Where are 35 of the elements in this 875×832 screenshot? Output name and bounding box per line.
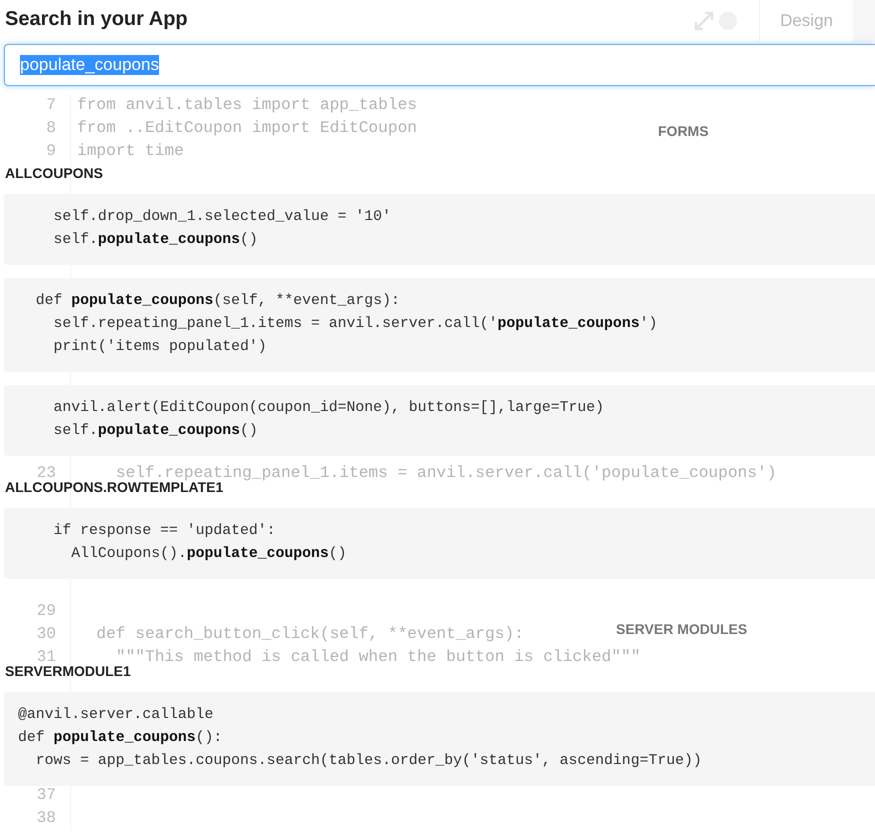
code-line: self.repeating_panel_1.items = anvil.server.call('populate_coupons') bbox=[114, 463, 776, 482]
line-number: 29 bbox=[0, 600, 71, 623]
code-snippet[interactable]: if response == 'updated': AllCoupons().populate_coupons() bbox=[4, 508, 875, 579]
code-line: rows = app_tables.coupons.search(tables.order_by('status', ascending=True)) bbox=[34, 752, 702, 771]
code-snippet[interactable]: self.drop_down_1.selected_value = '10' self.populate_coupons() bbox=[4, 194, 875, 265]
code-line: import time bbox=[76, 141, 184, 162]
code-line: def populate_coupons(self, **event_args): bbox=[34, 292, 400, 311]
code-line: from anvil.tables import app_tables bbox=[76, 95, 417, 116]
line-number: 30 bbox=[0, 623, 71, 646]
code-line: print('items populated') bbox=[52, 338, 267, 357]
module-heading: ALLCOUPONS bbox=[4, 165, 103, 183]
code-line: AllCoupons().populate_coupons() bbox=[70, 545, 347, 564]
category-heading: FORMS bbox=[658, 123, 709, 141]
dialog-title: Search in your App bbox=[4, 8, 188, 32]
code-line: @anvil.server.callable bbox=[18, 706, 214, 725]
code-line: self.populate_coupons() bbox=[52, 231, 258, 250]
code-line: def populate_coupons(): bbox=[18, 729, 222, 748]
code-snippet[interactable]: @anvil.server.callable def populate_coupons(): rows = app_tables.coupons.search(tables.order_by('status', ascending=True)) bbox=[4, 692, 875, 786]
expand-icon[interactable] bbox=[693, 10, 716, 32]
code-line: self.repeating_panel_1.items = anvil.server.call('populate_coupons') bbox=[52, 315, 658, 334]
code-line: self.populate_coupons() bbox=[52, 422, 258, 441]
code-line: anvil.alert(EditCoupon(coupon_id=None), buttons=[],large=True) bbox=[52, 399, 604, 418]
code-line: from ..EditCoupon import EditCoupon bbox=[76, 118, 417, 139]
line-number: 8 bbox=[0, 117, 71, 140]
category-heading: SERVER MODULES bbox=[616, 621, 748, 639]
code-line: """This method is called when the button is clicked""" bbox=[114, 647, 640, 666]
code-snippet[interactable]: def populate_coupons(self, **event_args): self.repeating_panel_1.items = anvil.server.call('populate_coupons') print('items populated') bbox=[4, 278, 875, 372]
code-line: self.drop_down_1.selected_value = '10' bbox=[52, 208, 391, 227]
line-number: 7 bbox=[0, 94, 71, 117]
code-line: if response == 'updated': bbox=[52, 522, 276, 541]
code-line: def search_button_click(self, **event_args): bbox=[95, 624, 524, 645]
code-snippet[interactable]: anvil.alert(EditCoupon(coupon_id=None), buttons=[],large=True) self.populate_coupons() bbox=[4, 385, 875, 456]
line-number: 9 bbox=[0, 140, 71, 163]
side-tab[interactable] bbox=[853, 0, 875, 42]
line-number: 38 bbox=[0, 807, 71, 830]
